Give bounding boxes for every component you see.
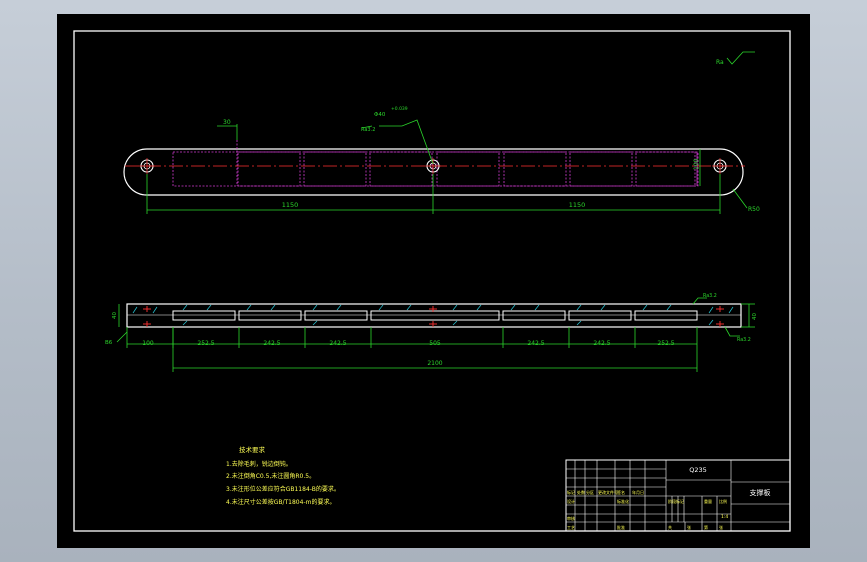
sheet-label-4: 张 bbox=[719, 524, 723, 530]
segment-dim-2: 252.5 bbox=[197, 340, 214, 347]
hole-tolerance: +0.039 bbox=[391, 106, 408, 112]
side-center-marks bbox=[143, 306, 724, 327]
row-label-weight: 重量 bbox=[704, 498, 712, 504]
col-label-3: 分区 bbox=[586, 489, 594, 495]
radius-label: R50 bbox=[748, 206, 760, 213]
hole-left bbox=[139, 158, 155, 174]
dim-height-right: 100 bbox=[693, 158, 700, 170]
top-roughness: Ra3.2 bbox=[361, 127, 375, 133]
side-roughness-top: Ra3.2 bbox=[703, 293, 717, 299]
sheet-label-2: 张 bbox=[687, 524, 691, 530]
row-label-process: 工艺 bbox=[567, 525, 575, 530]
side-height-left: 40 bbox=[112, 312, 118, 319]
row-label-stage: 阶段标记 bbox=[668, 498, 684, 504]
col-label-6: 年月日 bbox=[632, 489, 644, 495]
tech-requirements: 技术要求 1.去除毛刺，锐边倒钝。 2.未注倒角C0.5,未注圆角R0.5。 3… bbox=[226, 445, 340, 506]
tech-req-item-1: 1.去除毛刺，锐边倒钝。 bbox=[226, 460, 292, 468]
side-thk-label: B6 bbox=[105, 340, 113, 346]
col-label-1: 标记 bbox=[567, 489, 575, 495]
row-label-approve: 批准 bbox=[617, 524, 625, 530]
segment-dim-6: 242.5 bbox=[527, 340, 544, 347]
side-view: 100 252.5 242.5 242.5 505 242.5 242.5 25… bbox=[105, 293, 758, 372]
row-label-standard: 标准化 bbox=[617, 498, 629, 504]
global-roughness-mark: Ra bbox=[716, 51, 755, 66]
row-label-design: 设计 bbox=[567, 498, 575, 504]
row-label-scale: 比例 bbox=[719, 498, 727, 504]
segment-dim-5: 505 bbox=[429, 340, 441, 347]
col-label-5: 签名 bbox=[617, 489, 625, 495]
hole-center bbox=[425, 158, 441, 174]
dim-left-length: 1150 bbox=[282, 201, 299, 209]
row-label-review: 审核 bbox=[567, 515, 575, 521]
drawing-sheet: 1150 1150 30 100 R50 Φ40 +0.039 Ra3.2 Ra bbox=[57, 14, 810, 548]
title-block: Q235 支撑板 标记 处数 分区 更改文件号 签名 年月日 设计 标准化 阶段… bbox=[565, 459, 791, 532]
top-dimensions bbox=[146, 119, 748, 214]
tech-req-title: 技术要求 bbox=[239, 445, 266, 454]
segment-dim-8: 252.5 bbox=[657, 340, 674, 347]
scale-value: 1:4 bbox=[721, 514, 728, 520]
hole-right bbox=[712, 158, 728, 174]
segment-dim-1: 100 bbox=[142, 340, 154, 347]
sheet-label-1: 共 bbox=[668, 524, 672, 530]
tech-req-item-3: 3.未注形位公差应符合GB1184-B的要求。 bbox=[226, 485, 340, 493]
dim-thickness-left: 30 bbox=[223, 119, 231, 126]
material-cell: Q235 bbox=[689, 466, 707, 474]
segment-dim-4: 242.5 bbox=[329, 340, 346, 347]
cad-drawing: 1150 1150 30 100 R50 Φ40 +0.039 Ra3.2 Ra bbox=[73, 30, 791, 532]
total-length-dim: 2100 bbox=[427, 360, 442, 367]
top-view: 1150 1150 30 100 R50 Φ40 +0.039 Ra3.2 bbox=[123, 106, 760, 214]
svg-text:Ra: Ra bbox=[716, 59, 724, 66]
tech-req-item-2: 2.未注倒角C0.5,未注圆角R0.5。 bbox=[226, 472, 315, 480]
side-height-right: 40 bbox=[752, 313, 758, 320]
col-label-4: 更改文件号 bbox=[598, 489, 618, 495]
side-roughness-bottom: Ra3.2 bbox=[737, 337, 751, 343]
segment-dim-3: 242.5 bbox=[263, 340, 280, 347]
tech-req-item-4: 4.未注尺寸公差按GB/T1804-m的要求。 bbox=[226, 498, 335, 506]
sheet-label-3: 第 bbox=[704, 524, 708, 530]
drawing-frame bbox=[73, 30, 791, 532]
segment-dim-7: 242.5 bbox=[593, 340, 610, 347]
hidden-pockets bbox=[172, 151, 699, 187]
dim-right-length: 1150 bbox=[569, 201, 586, 209]
hole-label: Φ40 bbox=[374, 112, 386, 118]
col-label-2: 处数 bbox=[577, 489, 585, 495]
side-slots bbox=[172, 310, 698, 321]
part-name-cell: 支撑板 bbox=[750, 488, 771, 497]
